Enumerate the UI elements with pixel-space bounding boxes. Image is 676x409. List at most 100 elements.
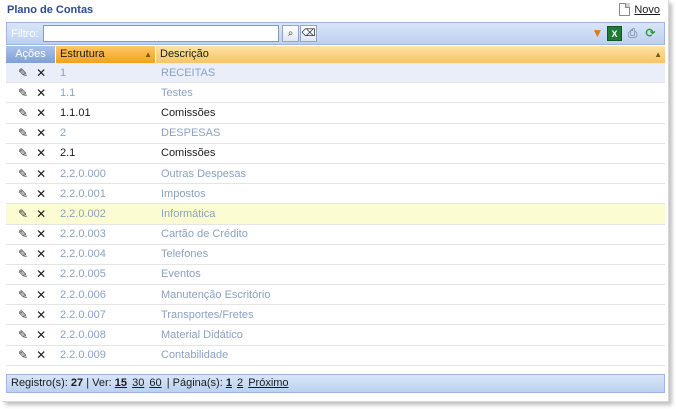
excel-icon[interactable]: X (607, 26, 622, 41)
cell-descricao: Comissões (161, 147, 216, 160)
cell-estrutura: 2.2.0.000 (60, 167, 106, 180)
column-header-descricao[interactable]: Descrição ▲ (156, 46, 665, 63)
table-row[interactable]: ✎ ✕ 1 RECEITAS (6, 63, 665, 84)
delete-x-icon[interactable]: ✕ (36, 247, 46, 261)
new-document-icon (619, 3, 631, 16)
page-size-30[interactable]: 30 (132, 377, 144, 389)
column-header-acoes: Ações (6, 46, 56, 63)
delete-x-icon[interactable]: ✕ (36, 308, 46, 322)
edit-pencil-icon[interactable]: ✎ (18, 187, 28, 201)
cell-estrutura: 1.1.01 (60, 106, 91, 119)
table-row[interactable]: ✎ ✕ 2 DESPESAS (6, 124, 665, 144)
table-row[interactable]: ✎ ✕ 1.1 Testes (6, 83, 665, 104)
table-row[interactable]: ✎ ✕ 2.2.0.009 Contabilidade (6, 346, 665, 366)
cell-descricao: DESPESAS (161, 127, 221, 140)
cell-estrutura: 1 (60, 66, 67, 79)
cell-descricao: Telefones (161, 248, 209, 261)
page-size-15[interactable]: 15 (115, 377, 127, 389)
filter-icon[interactable]: ▼ (590, 26, 605, 41)
edit-pencil-icon[interactable]: ✎ (18, 308, 28, 322)
row-actions: ✎ ✕ (6, 207, 56, 221)
page-link-1[interactable]: 1 (226, 377, 232, 389)
page-link-2[interactable]: 2 (237, 377, 243, 389)
novo-button[interactable]: Novo (619, 3, 660, 16)
table-row[interactable]: ✎ ✕ 2.2.0.005 Eventos (6, 265, 665, 286)
page-title: Plano de Contas (7, 4, 94, 16)
table-row[interactable]: ✎ ✕ 1.1.01 Comissões (6, 103, 665, 124)
table-row[interactable]: ✎ ✕ 2.2.0.000 Outras Despesas (6, 164, 665, 185)
row-actions: ✎ ✕ (6, 288, 56, 302)
delete-x-icon[interactable]: ✕ (36, 227, 46, 241)
page-size-60[interactable]: 60 (149, 377, 161, 389)
novo-label[interactable]: Novo (634, 4, 660, 16)
edit-pencil-icon[interactable]: ✎ (18, 348, 28, 362)
search-icon[interactable]: ⌕ (282, 25, 299, 42)
edit-pencil-icon[interactable]: ✎ (18, 146, 28, 160)
delete-x-icon[interactable]: ✕ (36, 348, 46, 362)
cell-descricao: Material Didático (161, 329, 243, 342)
sort-asc-icon: ▲ (144, 50, 152, 59)
next-page-link[interactable]: Próximo (248, 377, 288, 389)
delete-x-icon[interactable]: ✕ (36, 66, 46, 80)
column-header-estrutura-label: Estrutura (60, 48, 105, 60)
delete-x-icon[interactable]: ✕ (36, 207, 46, 221)
edit-pencil-icon[interactable]: ✎ (18, 106, 28, 120)
table-row[interactable]: ✎ ✕ 2.2.0.008 Material Didático (6, 325, 665, 346)
delete-x-icon[interactable]: ✕ (36, 146, 46, 160)
accounts-table: Ações Estrutura ▲ Descrição ▲ ✎ ✕ 1 RECEITA… (6, 46, 665, 366)
print-icon[interactable]: ⎙ (625, 26, 640, 41)
table-row[interactable]: ✎ ✕ 2.2.0.003 Cartão de Crédito (6, 225, 665, 245)
edit-pencil-icon[interactable]: ✎ (18, 328, 28, 342)
table-row[interactable]: ✎ ✕ 2.2.0.004 Telefones (6, 245, 665, 265)
plano-de-contas-panel: Plano de Contas Novo Filtro: ⌕ ⌫ ▼ X ⎙ ⟳… (2, 0, 669, 402)
edit-pencil-icon[interactable]: ✎ (18, 66, 28, 80)
clear-icon[interactable]: ⌫ (300, 25, 317, 42)
table-row[interactable]: ✎ ✕ 2.2.0.002 Informática (6, 204, 665, 225)
cell-descricao: Comissões (161, 106, 216, 119)
registros-count: 27 (70, 377, 84, 389)
table-row[interactable]: ✎ ✕ 2.2.0.006 Manutenção Escritório (6, 285, 665, 306)
paginas-label: | Página(s): (166, 377, 223, 389)
sort-asc-icon: ▲ (654, 50, 662, 59)
refresh-icon[interactable]: ⟳ (643, 26, 658, 41)
edit-pencil-icon[interactable]: ✎ (18, 86, 28, 100)
cell-estrutura: 2.2.0.001 (60, 187, 106, 200)
cell-descricao: Outras Despesas (161, 167, 246, 180)
table-row[interactable]: ✎ ✕ 2.1 Comissões (6, 144, 665, 164)
column-header-descricao-label: Descrição (160, 48, 209, 60)
delete-x-icon[interactable]: ✕ (36, 167, 46, 181)
row-actions: ✎ ✕ (6, 187, 56, 201)
registros-label: Registro(s): (11, 377, 68, 389)
cell-estrutura: 2.1 (60, 147, 76, 160)
row-actions: ✎ ✕ (6, 348, 56, 362)
delete-x-icon[interactable]: ✕ (36, 328, 46, 342)
edit-pencil-icon[interactable]: ✎ (18, 126, 28, 140)
row-actions: ✎ ✕ (6, 328, 56, 342)
filter-input[interactable] (43, 25, 279, 42)
cell-estrutura: 1.1 (60, 86, 76, 99)
cell-estrutura: 2.2.0.004 (60, 248, 106, 261)
delete-x-icon[interactable]: ✕ (36, 86, 46, 100)
edit-pencil-icon[interactable]: ✎ (18, 267, 28, 281)
row-actions: ✎ ✕ (6, 308, 56, 322)
delete-x-icon[interactable]: ✕ (36, 126, 46, 140)
edit-pencil-icon[interactable]: ✎ (18, 227, 28, 241)
table-row[interactable]: ✎ ✕ 2.2.0.007 Transportes/Fretes (6, 305, 665, 326)
edit-pencil-icon[interactable]: ✎ (18, 288, 28, 302)
filter-label: Filtro: (11, 28, 39, 40)
row-actions: ✎ ✕ (6, 247, 56, 261)
delete-x-icon[interactable]: ✕ (36, 187, 46, 201)
table-row[interactable]: ✎ ✕ 2.2.0.001 Impostos (6, 184, 665, 205)
edit-pencil-icon[interactable]: ✎ (18, 167, 28, 181)
edit-pencil-icon[interactable]: ✎ (18, 207, 28, 221)
delete-x-icon[interactable]: ✕ (36, 267, 46, 281)
column-header-estrutura[interactable]: Estrutura ▲ (56, 46, 156, 63)
edit-pencil-icon[interactable]: ✎ (18, 247, 28, 261)
cell-descricao: Transportes/Fretes (161, 308, 254, 321)
cell-descricao: Informática (161, 207, 216, 220)
cell-estrutura: 2.2.0.003 (60, 228, 106, 241)
ver-label: | Ver: (86, 377, 112, 389)
delete-x-icon[interactable]: ✕ (36, 106, 46, 120)
table-body: ✎ ✕ 1 RECEITAS ✎ ✕ 1.1 Testes ✎ ✕ 1.1.01 Comissões ✎… (6, 63, 665, 366)
delete-x-icon[interactable]: ✕ (36, 288, 46, 302)
